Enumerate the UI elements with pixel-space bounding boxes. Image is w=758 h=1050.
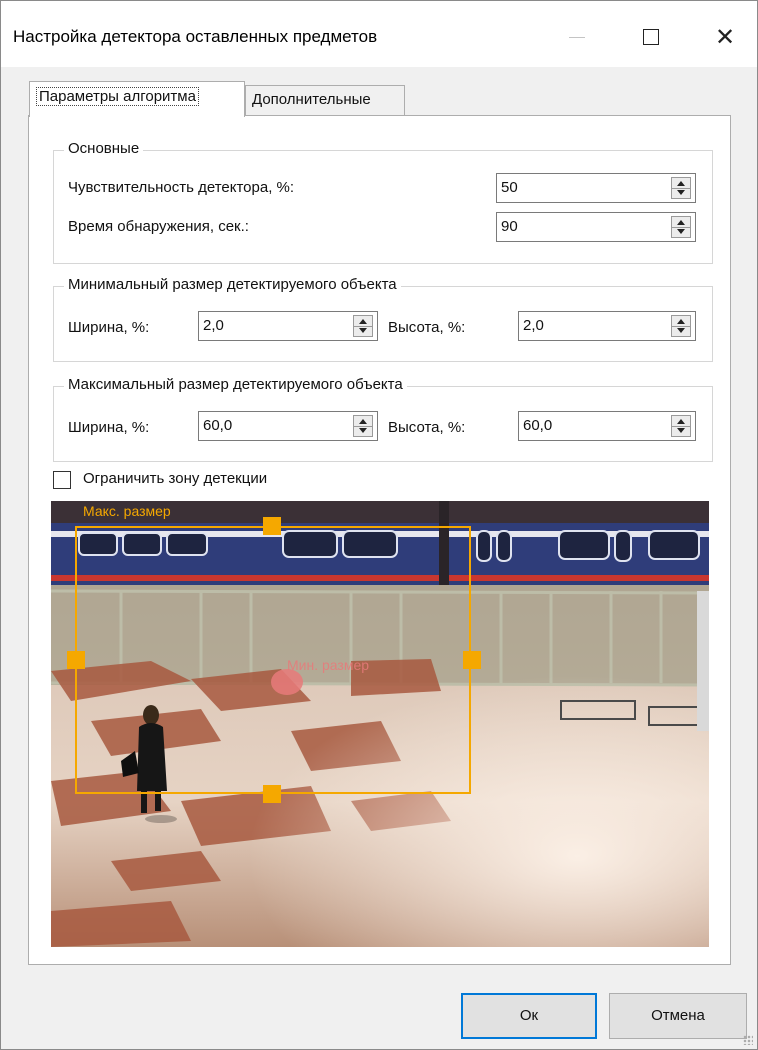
minimize-button[interactable] [549,15,605,59]
max-frame-handle-top[interactable] [263,517,281,535]
restrict-zone-label[interactable]: Ограничить зону детекции [83,470,267,487]
detection-time-value: 90 [501,218,518,235]
min-size-label: Мин. размер [287,657,370,673]
spin-arrows-icon[interactable] [353,415,373,437]
spin-arrows-icon[interactable] [671,415,691,437]
close-button[interactable]: ✕ [697,15,753,59]
dialog-window: Настройка детектора оставленных предмето… [0,0,758,1050]
tab-label: Дополнительные [252,91,371,108]
max-size-frame[interactable] [75,526,471,794]
camera-preview[interactable]: Макс. размер Мин. размер [51,501,709,947]
max-frame-handle-right[interactable] [463,651,481,669]
max-frame-handle-bottom[interactable] [263,785,281,803]
max-width-stepper[interactable]: 60,0 [198,411,378,441]
close-icon: ✕ [714,23,736,51]
group-title: Основные [64,140,144,157]
min-width-stepper[interactable]: 2,0 [198,311,378,341]
min-width-value: 2,0 [203,317,224,334]
tab-algorithm-params[interactable]: Параметры алгоритма [29,81,245,117]
spin-arrows-icon[interactable] [353,315,373,337]
detection-time-label: Время обнаружения, сек.: [68,218,249,235]
sensitivity-label: Чувствительность детектора, %: [68,179,295,196]
group-title: Минимальный размер детектируемого объект… [64,276,401,293]
min-height-stepper[interactable]: 2,0 [518,311,696,341]
cancel-button[interactable]: Отмена [609,993,747,1039]
max-size-label: Макс. размер [83,503,171,519]
max-width-label: Ширина, %: [68,419,150,436]
detection-time-stepper[interactable]: 90 [496,212,696,242]
tab-additional[interactable]: Дополнительные [245,85,405,117]
maximize-button[interactable] [623,15,679,59]
spin-arrows-icon[interactable] [671,315,691,337]
max-width-value: 60,0 [203,417,233,434]
min-size-group: Минимальный размер детектируемого объект… [53,276,713,362]
basic-group: Основные Чувствительность детектора, %: … [53,140,713,264]
max-height-value: 60,0 [523,417,553,434]
max-size-group: Максимальный размер детектируемого объек… [53,376,713,462]
sensitivity-value: 50 [501,179,518,196]
group-title: Максимальный размер детектируемого объек… [64,376,407,393]
spin-arrows-icon[interactable] [671,216,691,238]
min-height-value: 2,0 [523,317,544,334]
tab-label: Параметры алгоритма [36,87,199,106]
min-height-label: Высота, %: [388,319,466,336]
max-frame-handle-left[interactable] [67,651,85,669]
min-width-label: Ширина, %: [68,319,150,336]
max-height-label: Высота, %: [388,419,466,436]
spin-arrows-icon[interactable] [671,177,691,199]
sensitivity-stepper[interactable]: 50 [496,173,696,203]
maximize-icon [643,29,659,45]
resize-grip-icon[interactable] [743,1035,753,1045]
restrict-zone-checkbox[interactable] [53,471,71,489]
window-title: Настройка детектора оставленных предмето… [13,27,378,46]
title-bar: Настройка детектора оставленных предмето… [1,1,757,67]
minimize-icon [569,36,585,38]
max-height-stepper[interactable]: 60,0 [518,411,696,441]
ok-button[interactable]: Ок [461,993,597,1039]
